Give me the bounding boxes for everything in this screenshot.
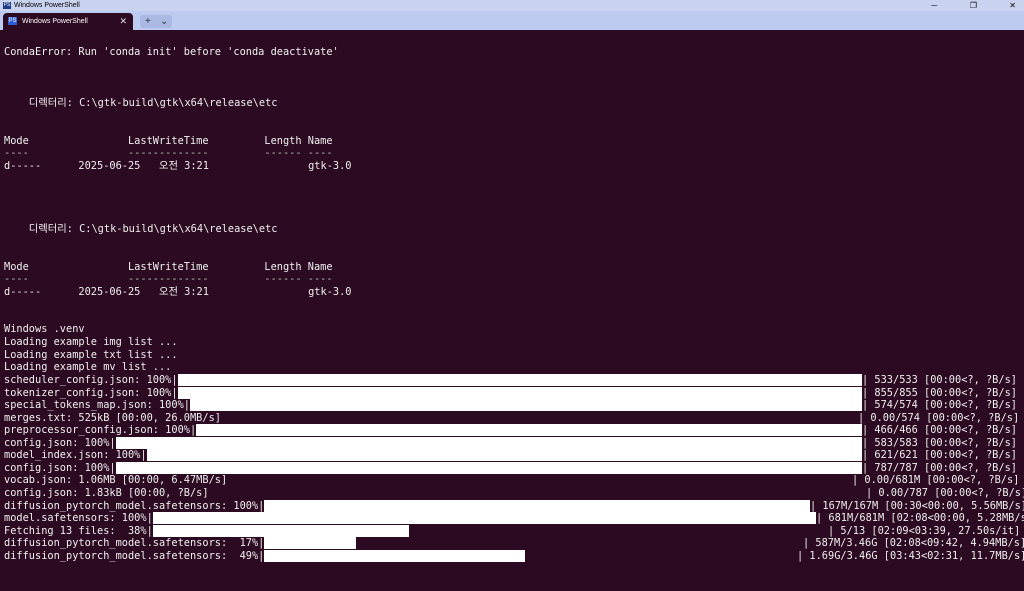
progress-label: model.safetensors: 100%| — [4, 512, 153, 525]
progress-label: model_index.json: 100%| — [4, 449, 147, 462]
listing-columns: Mode LastWriteTime Length Name — [4, 135, 333, 147]
conda-error-line: CondaError: Run 'conda init' before 'con… — [4, 46, 339, 58]
download-progress-row: special_tokens_map.json: 100%| | 574/574 … — [4, 399, 1024, 412]
progress-stats: | 787/787 [00:00<?, ?B/s] — [862, 461, 1017, 474]
progress-bar-fill — [264, 549, 526, 562]
progress-label: Fetching 13 files: 38%| — [4, 524, 153, 537]
progress-label: preprocessor_config.json: 100%| — [4, 424, 197, 437]
listing-row: d----- 2025-06-25 오전 3:21 gtk-3.0 — [4, 160, 352, 172]
console-output[interactable]: CondaError: Run 'conda init' before 'con… — [4, 34, 1024, 591]
download-progress-row: preprocessor_config.json: 100%| | 466/466… — [4, 424, 1024, 437]
loading-txt-line: Loading example txt list ... — [4, 349, 178, 361]
download-progress-row: model_index.json: 100%| | 621/621 [00:00<… — [4, 449, 1024, 462]
directory-header: 디렉터리: C:\gtk-build\gtk\x64\release\etc — [4, 97, 278, 109]
progress-label: config.json: 100%| — [4, 436, 116, 449]
listing-row: d----- 2025-06-25 오전 3:21 gtk-3.0 — [4, 286, 352, 298]
download-progress-row: tokenizer_config.json: 100%| | 855/855 [0… — [4, 386, 1024, 400]
tab-dropdown-button[interactable]: ⌄ — [160, 15, 168, 28]
loading-img-line: Loading example img list ... — [4, 336, 178, 348]
progress-bar-fill — [177, 374, 862, 386]
download-progress-row: config.json: 1.83kB [00:00, ?B/s] | 0.00/… — [4, 487, 1024, 500]
window-title: Windows PowerShell — [14, 2, 80, 9]
download-progress-row: Fetching 13 files: 38%| | 5/13 [02:09<03:… — [4, 524, 1024, 538]
progress-stats: | 167M/167M [00:30<00:00, 5.56MB/s] — [810, 499, 1024, 512]
download-progress-row: merges.txt: 525kB [00:00, 26.0MB/s] | 0.0… — [4, 412, 1024, 425]
venv-line: Windows .venv — [4, 323, 85, 335]
download-progress-row: config.json: 100%| | 583/583 [00:00<?, ?B… — [4, 436, 1024, 450]
progress-label: diffusion_pytorch_model.safetensors: 17%… — [4, 537, 265, 550]
progress-stats: | 533/533 [00:00<?, ?B/s] — [862, 374, 1017, 386]
progress-stats: | 587M/3.46G [02:08<09:42, 4.94MB/s] — [803, 537, 1024, 550]
progress-bar-fill — [152, 512, 816, 525]
listing-dashes: ---- ------------- ------ ---- — [4, 273, 333, 285]
progress-stats: | 681M/681M [02:08<00:00, 5.28MB/s] — [816, 512, 1024, 525]
progress-label: scheduler_config.json: 100%| — [4, 374, 178, 386]
listing-columns: Mode LastWriteTime Length Name — [4, 261, 333, 273]
progress-label: config.json: 100%| — [4, 461, 116, 474]
new-tab-control: + ⌄ — [140, 15, 172, 28]
progress-stats: | 5/13 [02:09<03:39, 27.50s/it] — [828, 524, 1021, 537]
progress-label: tokenizer_config.json: 100%| — [4, 386, 178, 399]
download-progress-row: vocab.json: 1.06MB [00:00, 6.47MB/s] | 0.… — [4, 474, 1024, 487]
progress-bar-fill — [115, 461, 862, 474]
new-tab-button[interactable]: + — [145, 15, 151, 28]
title-bar: PS Windows PowerShell ─ ❐ ✕ — [0, 0, 1024, 11]
progress-stats: | 574/574 [00:00<?, ?B/s] — [862, 399, 1017, 412]
progress-stats: | 0.00/574 [00:00<?, ?B/s] — [858, 411, 1020, 424]
restore-button[interactable]: ❐ — [970, 0, 977, 11]
progress-bar-fill — [264, 499, 810, 512]
tab-label: Windows PowerShell — [22, 18, 88, 25]
progress-bar-fill — [264, 537, 356, 550]
minimize-button[interactable]: ─ — [931, 0, 937, 11]
progress-stats: | 1.69G/3.46G [03:43<02:31, 11.7MB/s] — [797, 549, 1024, 562]
download-progress-row: config.json: 100%| | 787/787 [00:00<?, ?B… — [4, 461, 1024, 475]
tab-windows-powershell[interactable]: PS Windows PowerShell ✕ — [3, 13, 133, 30]
progress-bar-fill — [190, 399, 862, 412]
progress-label: config.json: 1.83kB [00:00, ?B/s] — [4, 486, 209, 499]
progress-stats: | 855/855 [00:00<?, ?B/s] — [862, 386, 1017, 399]
powershell-icon: PS — [3, 2, 11, 9]
tab-bar: PS Windows PowerShell ✕ + ⌄ — [0, 11, 1024, 30]
progress-stats: | 0.00/787 [00:00<?, ?B/s] — [866, 486, 1024, 499]
progress-label: merges.txt: 525kB [00:00, 26.0MB/s] — [4, 411, 221, 424]
loading-mv-line: Loading example mv list ... — [4, 361, 172, 373]
progress-bar-fill — [177, 386, 862, 399]
progress-bar-fill — [115, 436, 862, 449]
listing-dashes: ---- ------------- ------ ---- — [4, 147, 333, 159]
download-progress-row: diffusion_pytorch_model.safetensors: 17%… — [4, 537, 1024, 550]
progress-stats: | 621/621 [00:00<?, ?B/s] — [862, 449, 1017, 462]
progress-bar-fill — [196, 424, 862, 437]
close-window-button[interactable]: ✕ — [1009, 0, 1016, 11]
progress-label: special_tokens_map.json: 100%| — [4, 399, 190, 412]
download-progress-row: scheduler_config.json: 100%| | 533/533 [0… — [4, 374, 1024, 387]
progress-bar-fill — [146, 449, 862, 462]
progress-bar-fill — [152, 524, 410, 537]
progress-stats: | 466/466 [00:00<?, ?B/s] — [862, 424, 1017, 437]
powershell-tab-icon: PS — [8, 17, 17, 25]
progress-label: diffusion_pytorch_model.safetensors: 100… — [4, 499, 265, 512]
progress-stats: | 0.00/681M [00:00<?, ?B/s] — [852, 474, 1020, 487]
progress-label: vocab.json: 1.06MB [00:00, 6.47MB/s] — [4, 474, 228, 487]
download-progress-row: diffusion_pytorch_model.safetensors: 100… — [4, 499, 1024, 513]
progress-stats: | 583/583 [00:00<?, ?B/s] — [862, 436, 1017, 449]
download-progress-row: diffusion_pytorch_model.safetensors: 49%… — [4, 549, 1024, 563]
download-progress-row: model.safetensors: 100%| | 681M/681M [02:… — [4, 512, 1024, 525]
close-tab-icon[interactable]: ✕ — [119, 16, 127, 26]
progress-label: diffusion_pytorch_model.safetensors: 49%… — [4, 549, 265, 562]
directory-header: 디렉터리: C:\gtk-build\gtk\x64\release\etc — [4, 223, 278, 235]
